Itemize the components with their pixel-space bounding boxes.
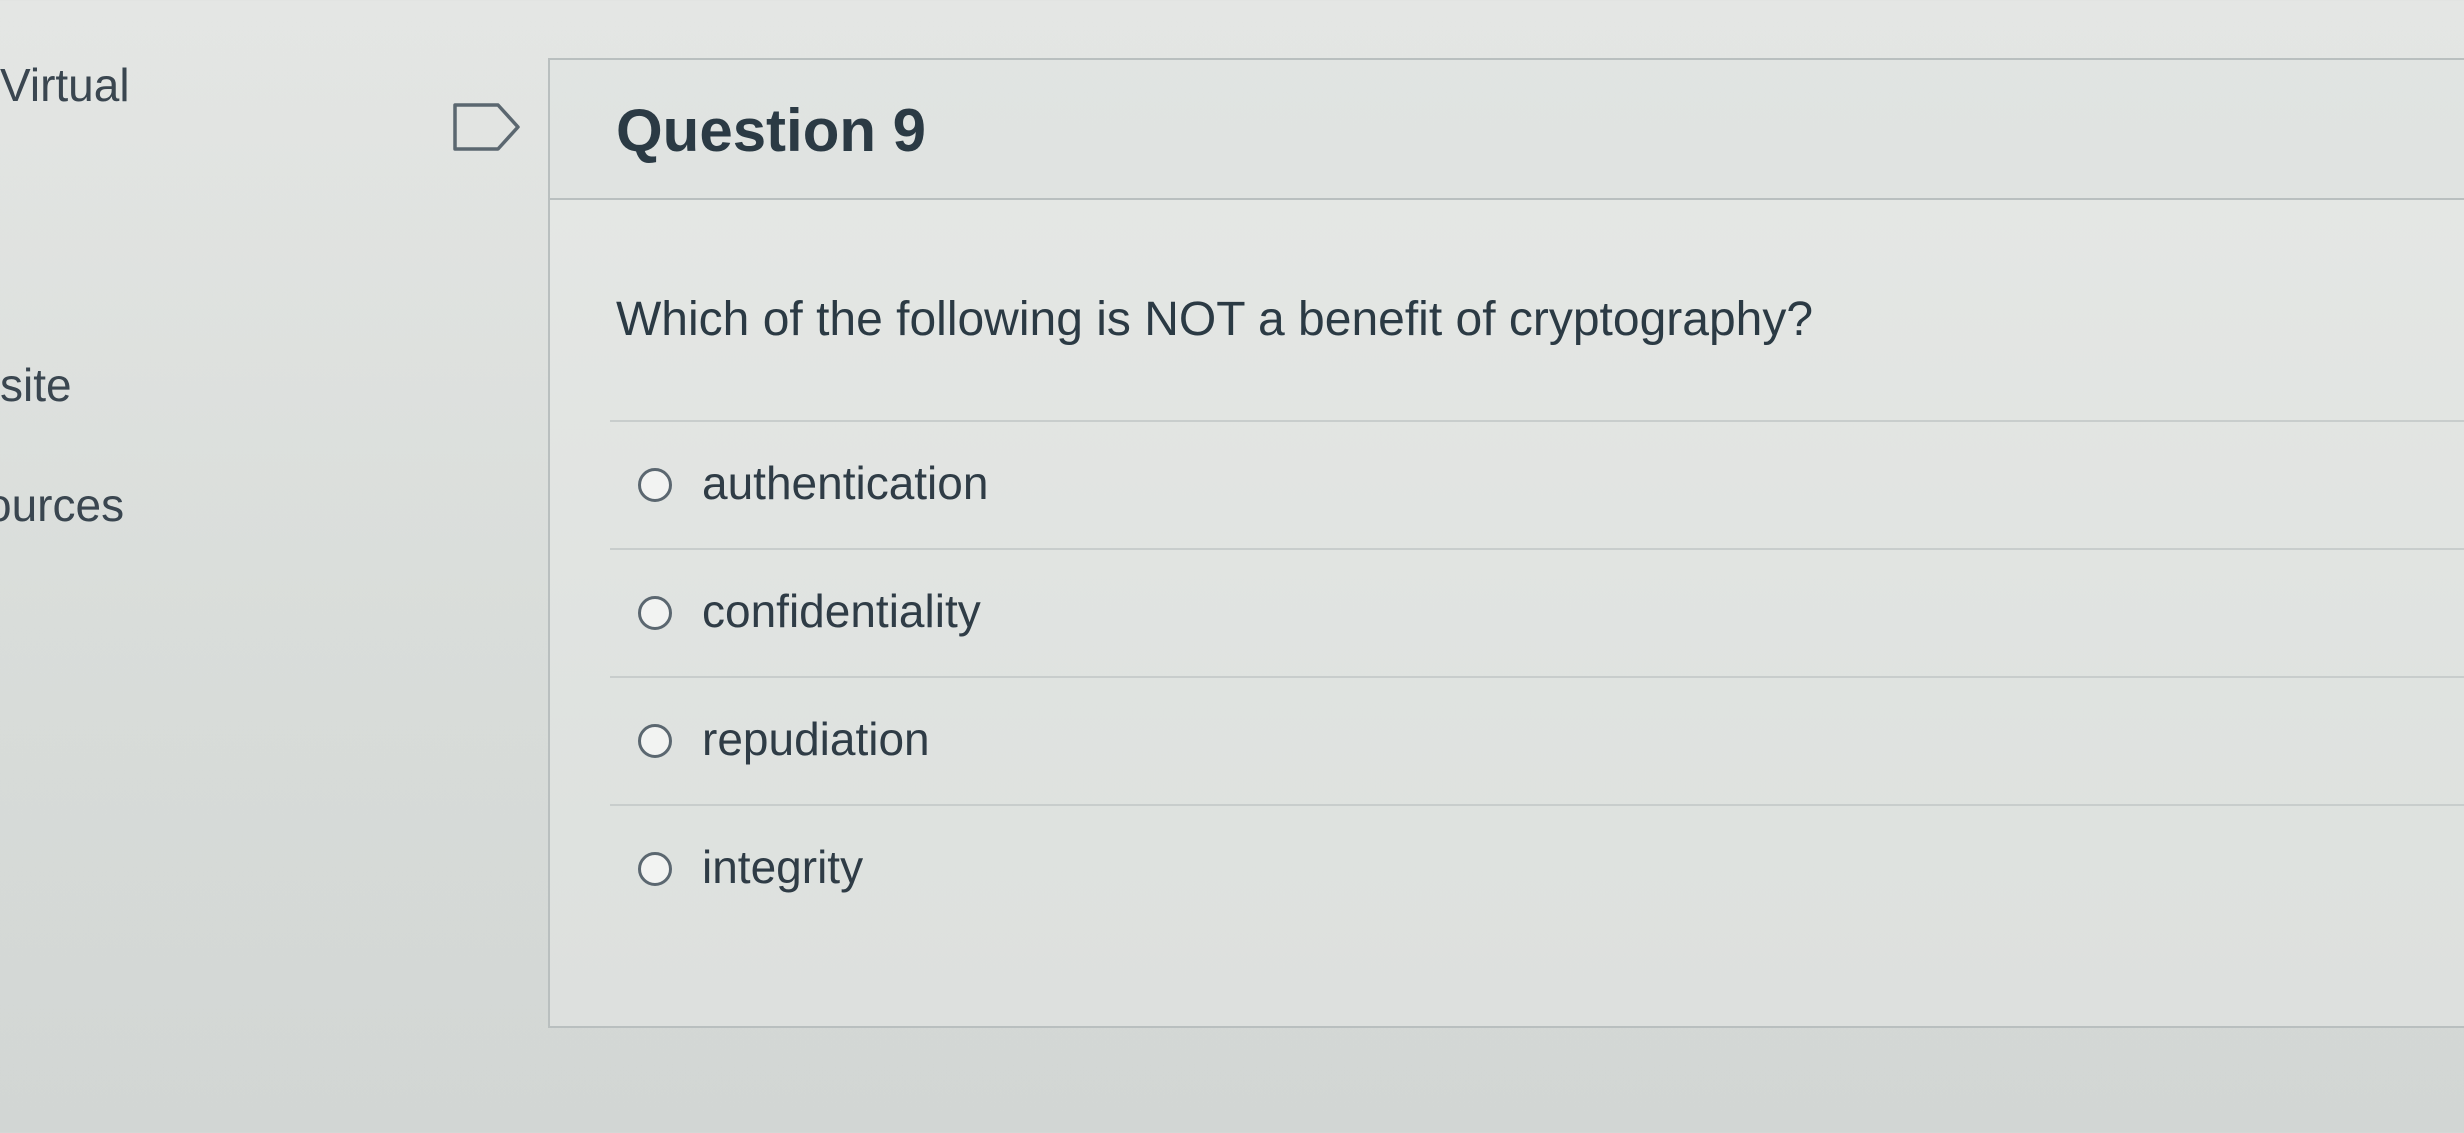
answer-option-integrity[interactable]: integrity — [610, 806, 2464, 934]
answer-label[interactable]: repudiation — [702, 712, 930, 766]
question-header: Question 9 — [550, 60, 2464, 200]
question-card: Question 9 Which of the following is NOT… — [548, 58, 2464, 1028]
flag-question-icon[interactable] — [452, 102, 522, 152]
radio-icon[interactable] — [638, 724, 672, 758]
answer-label[interactable]: integrity — [702, 840, 863, 894]
radio-icon[interactable] — [638, 852, 672, 886]
answer-label[interactable]: authentication — [702, 456, 988, 510]
answer-option-repudiation[interactable]: repudiation — [610, 678, 2464, 806]
radio-icon[interactable] — [638, 596, 672, 630]
question-title: Question 9 — [616, 97, 927, 164]
sidebar-item-site[interactable]: site — [0, 358, 72, 412]
answer-option-authentication[interactable]: authentication — [610, 422, 2464, 550]
answer-option-confidentiality[interactable]: confidentiality — [610, 550, 2464, 678]
sidebar-item-resources[interactable]: ources — [0, 478, 124, 532]
answer-label[interactable]: confidentiality — [702, 584, 981, 638]
sidebar-item-virtual[interactable]: Virtual — [0, 58, 130, 112]
radio-icon[interactable] — [638, 468, 672, 502]
answer-list: authentication confidentiality repudiati… — [610, 420, 2464, 934]
question-text: Which of the following is NOT a benefit … — [616, 293, 1814, 346]
